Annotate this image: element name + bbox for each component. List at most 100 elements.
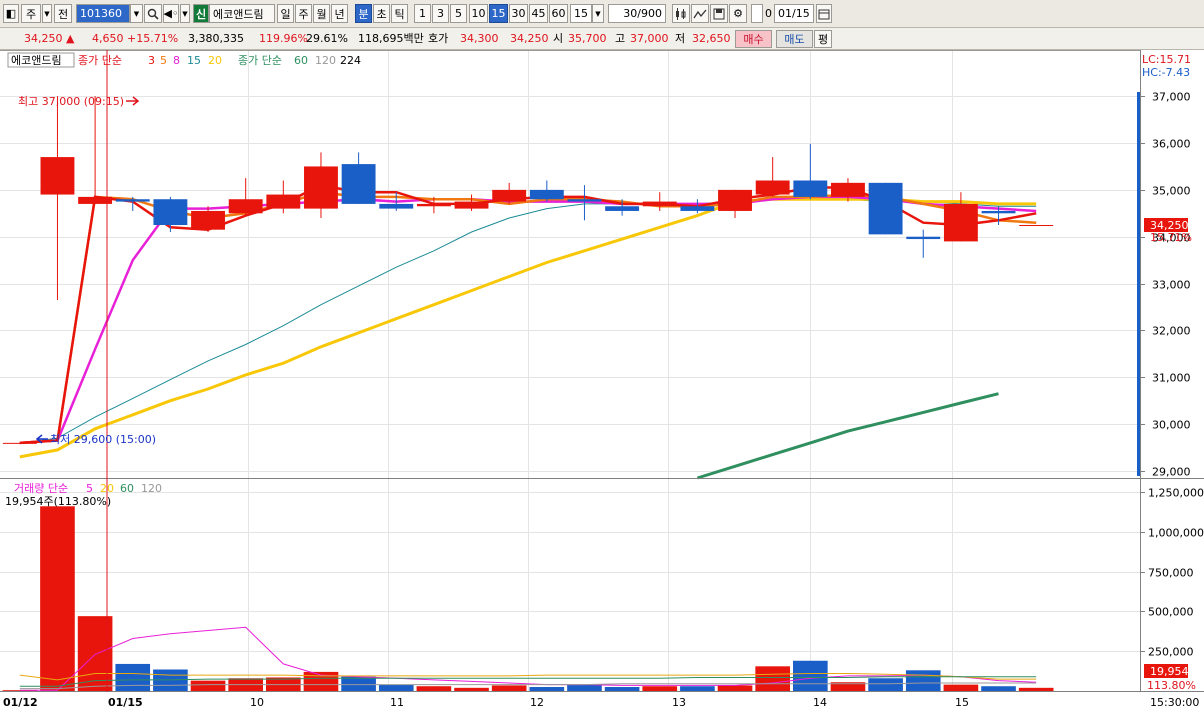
high-marker: 최고 37,000 (09:15) — [18, 95, 124, 108]
sell-button[interactable]: 매도 — [776, 30, 813, 48]
volume-bar[interactable] — [1018, 687, 1054, 691]
prev-button[interactable]: 전 — [54, 4, 72, 23]
minute-5-button[interactable]: 5 — [450, 4, 467, 23]
volume-bar[interactable] — [341, 676, 376, 691]
volume-bar[interactable] — [905, 670, 941, 691]
candle-body — [981, 210, 1016, 214]
minute-10-button[interactable]: 10 — [469, 4, 488, 23]
volume-bar[interactable] — [604, 687, 640, 691]
bid-value: 34,250 — [510, 32, 549, 45]
trade-amount: 118,695백만 — [358, 32, 424, 45]
period-week-button[interactable]: 주 — [295, 4, 312, 23]
time-axis-label: 15:30:00 — [1150, 696, 1199, 709]
minute-60-button[interactable]: 60 — [549, 4, 568, 23]
period-minute-button[interactable]: 분 — [355, 4, 372, 23]
volume-bar[interactable] — [981, 686, 1016, 691]
period-dropdown[interactable]: 주 — [21, 4, 41, 23]
volume-bar[interactable] — [190, 680, 226, 691]
minute-45-button[interactable]: 45 — [529, 4, 548, 23]
period-month-button[interactable]: 월 — [313, 4, 330, 23]
time-axis-label: 15 — [955, 696, 969, 709]
candle[interactable] — [1019, 225, 1054, 227]
save-icon[interactable] — [710, 4, 728, 23]
price-tick-label: 29,000 — [1152, 466, 1191, 479]
volume-bar[interactable] — [943, 684, 979, 691]
volume-bar[interactable] — [529, 687, 565, 691]
volume-bar[interactable] — [115, 663, 151, 691]
volume-bar[interactable] — [642, 686, 678, 691]
volume-bar[interactable] — [717, 685, 753, 691]
ma-60-label: 60 — [294, 54, 308, 67]
ma-224-label: 224 — [340, 54, 361, 67]
minute-30-button[interactable]: 30 — [509, 4, 528, 23]
code-dropdown-icon[interactable]: ▼ — [130, 4, 143, 23]
interval-dropdown-icon[interactable]: ▼ — [592, 4, 604, 23]
volume-tick-label: 1,000,000 — [1148, 527, 1204, 540]
candle-body — [1019, 225, 1054, 227]
minute-15-button[interactable]: 15 — [489, 4, 508, 23]
period-tick-button[interactable]: 틱 — [391, 4, 408, 23]
candle-body — [115, 199, 150, 202]
minute-1-button[interactable]: 1 — [414, 4, 431, 23]
candle-body — [40, 157, 75, 195]
volume-bar[interactable] — [793, 660, 828, 691]
volume-bar[interactable] — [454, 687, 489, 691]
candle-body — [605, 206, 640, 211]
volume-bar[interactable] — [755, 666, 790, 691]
ma-8-label: 8 — [173, 54, 180, 67]
low-marker: 최저 29,600 (15:00) — [50, 433, 156, 446]
compare-checkbox[interactable] — [751, 4, 763, 23]
volume-bar[interactable] — [491, 685, 527, 691]
ma-20-label: 20 — [208, 54, 222, 67]
candle-body — [266, 194, 301, 209]
candle-body — [191, 210, 225, 230]
speaker-icon[interactable]: ◀◦ — [163, 4, 179, 23]
volume-current-tag: 19,954 — [1150, 665, 1189, 678]
period-year-button[interactable]: 년 — [331, 4, 348, 23]
volume-bar[interactable] — [567, 684, 602, 691]
price-volume-chart[interactable]: 29,00030,00031,00032,00033,00034,00035,0… — [0, 50, 1204, 710]
low-label: 저 — [675, 32, 686, 45]
price-tick-label: 33,000 — [1152, 279, 1191, 292]
volume-bar[interactable] — [40, 506, 75, 691]
speaker-dropdown-icon[interactable]: ▼ — [180, 4, 190, 23]
window-menu-icon[interactable]: ◧ — [3, 4, 19, 23]
search-icon[interactable] — [144, 4, 162, 23]
chevron-down-icon[interactable]: ▼ — [42, 4, 52, 23]
volume-bar[interactable] — [416, 686, 452, 691]
volume-tick-label: 500,000 — [1148, 606, 1194, 619]
candle-type-icon[interactable] — [672, 4, 690, 23]
candle-body — [228, 199, 263, 214]
candle[interactable] — [2, 442, 37, 444]
stock-code-input[interactable]: 101360 — [76, 4, 130, 23]
period-second-button[interactable]: 초 — [373, 4, 390, 23]
candle-body — [906, 236, 941, 240]
period-day-button[interactable]: 일 — [277, 4, 294, 23]
volume-bar[interactable] — [378, 684, 414, 691]
time-axis-label: 13 — [672, 696, 686, 709]
vol-ma-5-label: 5 — [86, 482, 93, 495]
date-input[interactable]: 01/15 — [774, 4, 814, 23]
count-input[interactable]: 30/900 — [608, 4, 666, 23]
candle-body — [2, 442, 37, 444]
hc-label: HC:-7.43 — [1142, 66, 1190, 79]
candle-body — [718, 189, 752, 211]
interval-input[interactable]: 15 — [570, 4, 592, 23]
buy-button[interactable]: 매수 — [735, 30, 772, 48]
volume-pct-tag: 113.80% — [1147, 679, 1196, 692]
ma-120-label: 120 — [315, 54, 336, 67]
price-tick-label: 31,000 — [1152, 372, 1191, 385]
volume-bar[interactable] — [868, 678, 903, 691]
eval-button[interactable]: 평 — [814, 30, 832, 48]
minute-3-button[interactable]: 3 — [432, 4, 449, 23]
candle-body — [492, 189, 527, 202]
price-range-bar — [1137, 92, 1140, 476]
candle-body — [416, 203, 451, 207]
indicator-icon[interactable] — [691, 4, 709, 23]
gear-icon[interactable]: ⚙ — [729, 4, 747, 23]
volume-bar[interactable] — [680, 686, 715, 691]
calendar-icon[interactable] — [816, 4, 832, 23]
volume-ratio: 119.96% — [259, 32, 308, 45]
price-tick-label: 36,000 — [1152, 138, 1191, 151]
candle[interactable] — [868, 182, 903, 235]
